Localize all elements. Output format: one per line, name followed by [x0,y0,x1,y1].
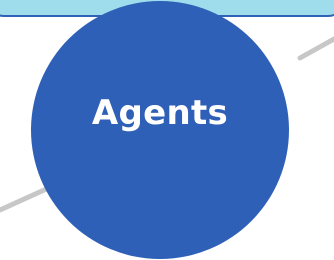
agents-node-label: Agents [91,93,229,133]
agents-node: Agents [31,1,289,259]
connector-line-right [297,36,334,61]
